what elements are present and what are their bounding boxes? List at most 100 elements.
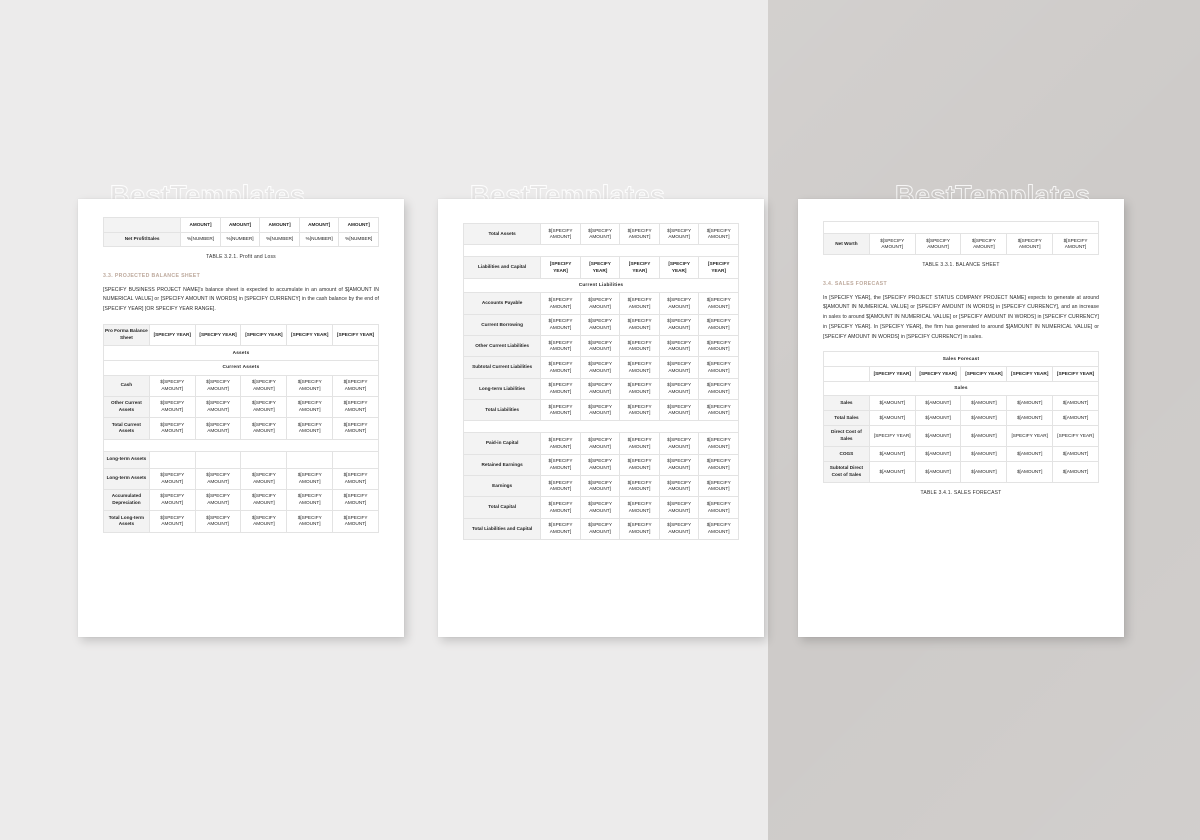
cell-header: [SPECIFY YEAR]	[540, 256, 581, 279]
table-row: COGS $[AMOUNT] $[AMOUNT] $[AMOUNT] $[AMO…	[823, 446, 1099, 462]
cell-value: $[SPECIFY AMOUNT]	[332, 417, 379, 440]
cell-label: Net Worth	[823, 232, 870, 256]
table-row: Accumulated Depreciation $[SPECIFY AMOUN…	[103, 488, 379, 512]
cell-value: [SPECIFY YEAR]	[1052, 424, 1099, 448]
cell-value: $[SPECIFY AMOUNT]	[658, 222, 700, 246]
cell-value: $[SPECIFY AMOUNT]	[286, 467, 334, 490]
cell-header-label: Liabilities and Capital	[462, 256, 542, 279]
cell-value: $[AMOUNT]	[868, 395, 916, 412]
cell-value: $[SPECIFY AMOUNT]	[240, 510, 288, 533]
cell-value: $[SPECIFY AMOUNT]	[619, 453, 660, 477]
cell-value: $[SPECIFY AMOUNT]	[148, 374, 196, 397]
cell-value: $[SPECIFY AMOUNT]	[194, 374, 242, 397]
cell-header: AMOUNT]	[298, 217, 340, 233]
cell-value: $[AMOUNT]	[1052, 395, 1099, 412]
cell-header: [SPECIFY YEAR]	[194, 323, 242, 347]
cell-label: Earnings	[462, 475, 542, 498]
cell-value: $[SPECIFY AMOUNT]	[540, 222, 581, 246]
cell-label: Total Sales	[823, 410, 870, 426]
section-heading: 3.3. PROJECTED BALANCE SHEET	[103, 273, 201, 280]
pro-forma-balance-sheet-table[interactable]: Pro Forma Balance Sheet [SPECIFY YEAR] […	[103, 323, 379, 533]
cell-value: $[SPECIFY AMOUNT]	[698, 517, 739, 541]
cell-value: $[SPECIFY AMOUNT]	[540, 335, 581, 358]
cell-empty	[823, 366, 870, 382]
cell-value: $[SPECIFY AMOUNT]	[540, 313, 581, 337]
cell-value: $[SPECIFY AMOUNT]	[698, 377, 739, 401]
table-group-row: Current Assets	[103, 359, 379, 376]
cell-value: $[SPECIFY AMOUNT]	[286, 374, 334, 397]
cell-value: $[SPECIFY AMOUNT]	[579, 399, 621, 422]
cell-value: $[SPECIFY AMOUNT]	[619, 475, 660, 498]
sales-forecast-table[interactable]: Sales Forecast [SPECIFY YEAR] [SPECIFY Y…	[823, 351, 1099, 484]
cell-value: $[SPECIFY AMOUNT]	[332, 395, 379, 419]
cell-value: $[SPECIFY AMOUNT]	[698, 496, 739, 519]
cell-value: $[SPECIFY AMOUNT]	[619, 335, 660, 358]
cell-value: %[NUMBER]	[338, 231, 379, 248]
net-worth-table[interactable]: Net Worth $[SPECIFY AMOUNT] $[SPECIFY AM…	[823, 221, 1099, 256]
cell-value: $[AMOUNT]	[960, 395, 1008, 412]
cell-value: $[SPECIFY AMOUNT]	[658, 292, 700, 315]
cell-empty	[102, 217, 182, 233]
cell-label: Total Liabilities and Capital	[462, 517, 542, 541]
table-row: Earnings $[SPECIFY AMOUNT] $[SPECIFY AMO…	[462, 475, 739, 498]
cell-value: %[NUMBER]	[298, 231, 340, 248]
table-row: Accounts Payable $[SPECIFY AMOUNT] $[SPE…	[462, 292, 739, 315]
table-row: Subtotal Direct Cost of Sales $[AMOUNT] …	[823, 460, 1099, 484]
table-group-row: Sales	[823, 380, 1099, 397]
cell-value: $[SPECIFY AMOUNT]	[194, 417, 242, 440]
profit-and-loss-table[interactable]: AMOUNT] AMOUNT] AMOUNT] AMOUNT] AMOUNT] …	[102, 217, 379, 248]
cell-label: Long-term Assets	[103, 467, 150, 490]
document-page-1[interactable]: AMOUNT] AMOUNT] AMOUNT] AMOUNT] AMOUNT] …	[78, 199, 404, 637]
table-row: Long-term Liabilities $[SPECIFY AMOUNT] …	[462, 377, 739, 401]
cell-value: $[SPECIFY AMOUNT]	[240, 374, 288, 397]
cell-value: $[SPECIFY AMOUNT]	[579, 356, 621, 379]
cell-value: $[AMOUNT]	[914, 460, 962, 484]
cell-spacer	[823, 221, 1099, 234]
cell-value: %[NUMBER]	[219, 231, 261, 248]
cell-value	[286, 450, 334, 469]
cell-value: $[SPECIFY AMOUNT]	[658, 517, 700, 541]
cell-value: $[SPECIFY AMOUNT]	[619, 292, 660, 315]
cell-label: Other Current Liabilities	[462, 335, 542, 358]
cell-value: %[NUMBER]	[180, 231, 221, 248]
table-caption: TABLE 3.4.1. SALES FORECAST	[920, 490, 1002, 497]
table-row: Total Liabilities and Capital $[SPECIFY …	[462, 517, 739, 541]
cell-value: $[SPECIFY AMOUNT]	[868, 232, 916, 256]
cell-value: $[AMOUNT]	[1052, 410, 1099, 426]
cell-value: $[AMOUNT]	[960, 446, 1008, 462]
cell-value: $[SPECIFY AMOUNT]	[194, 510, 242, 533]
table-row: Total Current Assets $[SPECIFY AMOUNT] $…	[103, 417, 379, 440]
cell-header: [SPECIFY YEAR]	[1052, 366, 1099, 382]
group-header-assets: Assets	[103, 345, 379, 361]
cell-value: $[SPECIFY AMOUNT]	[579, 517, 621, 541]
cell-value: $[SPECIFY AMOUNT]	[332, 488, 379, 512]
document-page-2[interactable]: Total Assets $[SPECIFY AMOUNT] $[SPECIFY…	[438, 199, 764, 637]
cell-header: AMOUNT]	[219, 217, 261, 233]
cell-header: [SPECIFY YEAR]	[914, 366, 962, 382]
cell-value: $[SPECIFY AMOUNT]	[332, 467, 379, 490]
cell-header: [SPECIFY YEAR]	[286, 323, 334, 347]
table-title-row: Sales Forecast	[823, 351, 1099, 368]
table-row: Total Long-term Assets $[SPECIFY AMOUNT]…	[103, 510, 379, 533]
cell-header: AMOUNT]	[180, 217, 221, 233]
cell-value: $[AMOUNT]	[960, 460, 1008, 484]
table-row: Total Sales $[AMOUNT] $[AMOUNT] $[AMOUNT…	[823, 410, 1099, 426]
cell-value: $[SPECIFY AMOUNT]	[194, 395, 242, 419]
section-paragraph: [SPECIFY BUSINESS PROJECT NAME]'s balanc…	[103, 286, 379, 313]
cell-value: $[SPECIFY AMOUNT]	[579, 496, 621, 519]
cell-value: $[SPECIFY AMOUNT]	[540, 377, 581, 401]
cell-value: %[NUMBER]	[259, 231, 300, 248]
cell-header: [SPECIFY YEAR]	[579, 256, 621, 279]
cell-header: [SPECIFY YEAR]	[698, 256, 739, 279]
cell-value: $[SPECIFY AMOUNT]	[658, 377, 700, 401]
cell-value: $[SPECIFY AMOUNT]	[698, 432, 739, 455]
document-page-3[interactable]: Net Worth $[SPECIFY AMOUNT] $[SPECIFY AM…	[798, 199, 1124, 637]
cell-label: Total Long-term Assets	[103, 510, 150, 533]
cell-value: $[SPECIFY AMOUNT]	[579, 453, 621, 477]
cell-value: $[SPECIFY AMOUNT]	[658, 453, 700, 477]
cell-value: $[SPECIFY AMOUNT]	[240, 467, 288, 490]
cell-value: $[AMOUNT]	[914, 410, 962, 426]
table-caption: TABLE 3.2.1. Profit and Loss	[206, 254, 276, 261]
balance-sheet-continued-table[interactable]: Total Assets $[SPECIFY AMOUNT] $[SPECIFY…	[462, 222, 739, 541]
cell-label: Retained Earnings	[462, 453, 542, 477]
